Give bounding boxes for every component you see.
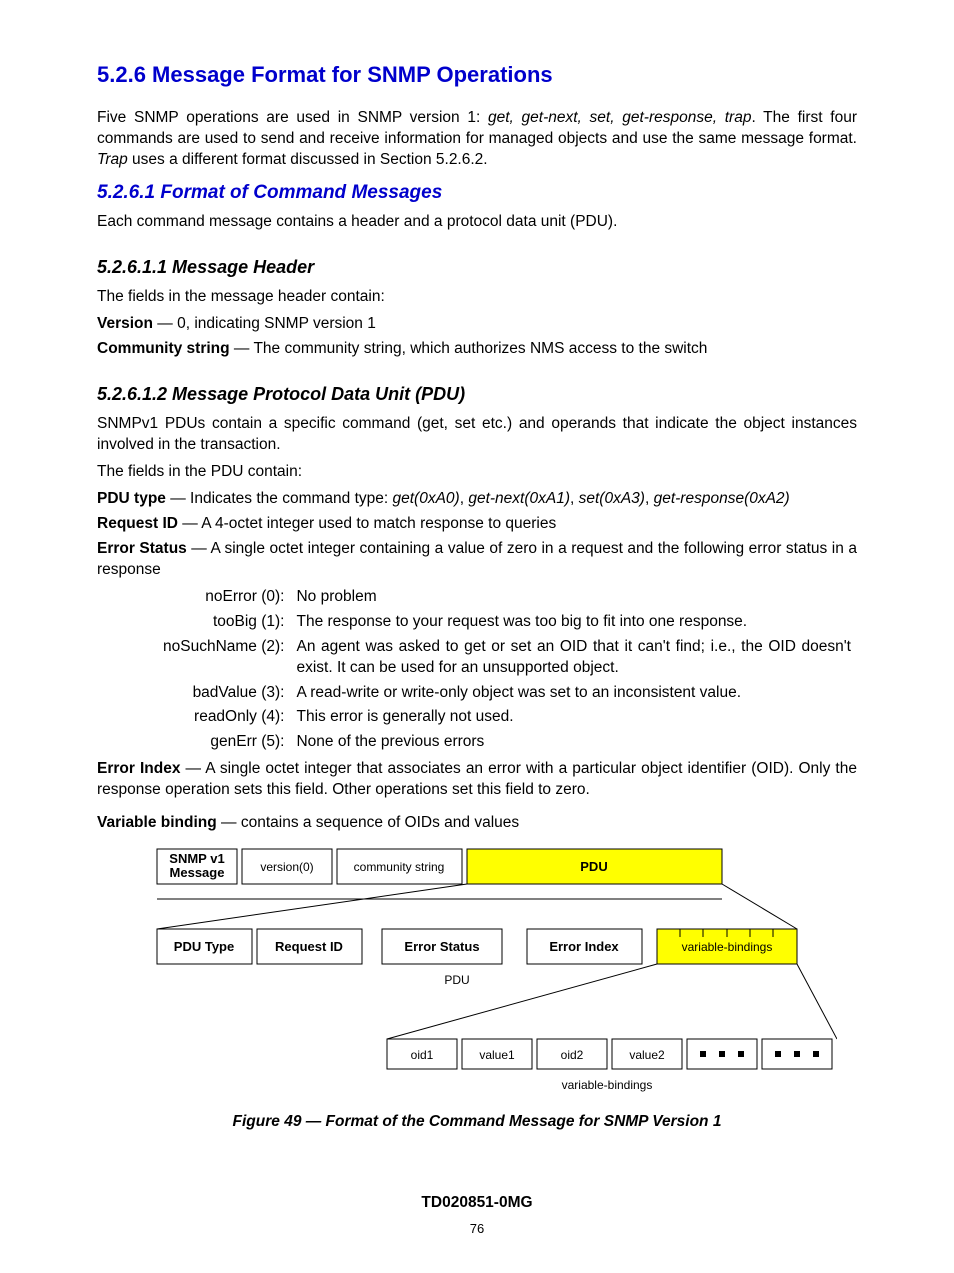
err-val: None of the previous errors [290,730,857,755]
err-val: A read-write or write-only object was se… [290,681,857,706]
err-key: readOnly (4): [157,705,290,730]
svg-text:oid1: oid1 [411,1048,434,1062]
err-key: tooBig (1): [157,610,290,635]
svg-text:community string: community string [354,860,445,874]
svg-text:version(0): version(0) [260,860,313,874]
text-italic: get-response(0xA2) [654,490,790,507]
err-val: This error is generally not used. [290,705,857,730]
text-italic: Trap [97,151,128,168]
text-italic: get(0xA0) [393,490,460,507]
paragraph: The fields in the PDU contain: [97,462,857,483]
text: , [570,490,579,507]
heading-5-2-6-1-2: 5.2.6.1.2 Message Protocol Data Unit (PD… [97,382,857,406]
err-key: noSuchName (2): [157,635,290,681]
field-label: Variable binding [97,814,217,831]
svg-text:SNMP v1: SNMP v1 [169,851,224,866]
field-variable-binding: Variable binding — contains a sequence o… [97,813,857,834]
document-number: TD020851-0MG [97,1193,857,1214]
svg-text:variable-bindings: variable-bindings [682,940,773,954]
heading-5-2-6-1-1: 5.2.6.1.1 Message Header [97,255,857,279]
svg-text:value2: value2 [629,1048,665,1062]
field-label: Community string [97,340,230,357]
field-text: — 0, indicating SNMP version 1 [153,315,376,332]
error-status-table: noError (0):No problem tooBig (1):The re… [157,585,857,755]
text: , [645,490,654,507]
text: uses a different format discussed in Sec… [128,151,488,168]
err-val: No problem [290,585,857,610]
field-text: — The community string, which authorizes… [230,340,708,357]
svg-text:variable-bindings: variable-bindings [562,1078,653,1092]
paragraph: Each command message contains a header a… [97,212,857,233]
field-error-index: Error Index — A single octet integer tha… [97,759,857,801]
text-italic: get-next(0xA1) [468,490,570,507]
svg-text:oid2: oid2 [561,1048,584,1062]
err-key: genErr (5): [157,730,290,755]
err-val: The response to your request was too big… [290,610,857,635]
field-text: — A single octet integer containing a va… [97,540,857,578]
err-key: badValue (3): [157,681,290,706]
err-key: noError (0): [157,585,290,610]
text: Five SNMP operations are used in SNMP ve… [97,109,488,126]
snmp-format-diagram: SNMP v1 Message version(0) community str… [117,844,837,1094]
field-text: — contains a sequence of OIDs and values [217,814,519,831]
field-label: PDU type [97,490,166,507]
field-error-status: Error Status — A single octet integer co… [97,539,857,581]
heading-5-2-6: 5.2.6 Message Format for SNMP Operations [97,60,857,90]
svg-text:Message: Message [170,865,225,880]
field-community: Community string — The community string,… [97,339,857,360]
field-label: Request ID [97,515,178,532]
heading-5-2-6-1: 5.2.6.1 Format of Command Messages [97,180,857,206]
svg-text:PDU: PDU [444,973,469,987]
figure-caption: Figure 49 — Format of the Command Messag… [97,1112,857,1133]
field-text: — A 4-octet integer used to match respon… [178,515,556,532]
text-italic: get, get-next, set, get-response, trap [488,109,751,126]
svg-text:value1: value1 [479,1048,515,1062]
text-italic: set(0xA3) [579,490,645,507]
svg-text:PDU: PDU [580,859,607,874]
field-request-id: Request ID — A 4-octet integer used to m… [97,514,857,535]
svg-text:Error Index: Error Index [549,939,619,954]
svg-text:PDU Type: PDU Type [174,939,234,954]
field-label: Version [97,315,153,332]
svg-text:Error Status: Error Status [404,939,479,954]
field-label: Error Status [97,540,187,557]
err-val: An agent was asked to get or set an OID … [290,635,857,681]
svg-text:Request ID: Request ID [275,939,343,954]
field-text: — A single octet integer that associates… [97,760,857,798]
paragraph: The fields in the message header contain… [97,287,857,308]
paragraph: SNMPv1 PDUs contain a specific command (… [97,414,857,456]
field-version: Version — 0, indicating SNMP version 1 [97,314,857,335]
field-pdu-type: PDU type — Indicates the command type: g… [97,489,857,510]
text: — Indicates the command type: [166,490,393,507]
field-label: Error Index [97,760,180,777]
intro-paragraph: Five SNMP operations are used in SNMP ve… [97,108,857,171]
